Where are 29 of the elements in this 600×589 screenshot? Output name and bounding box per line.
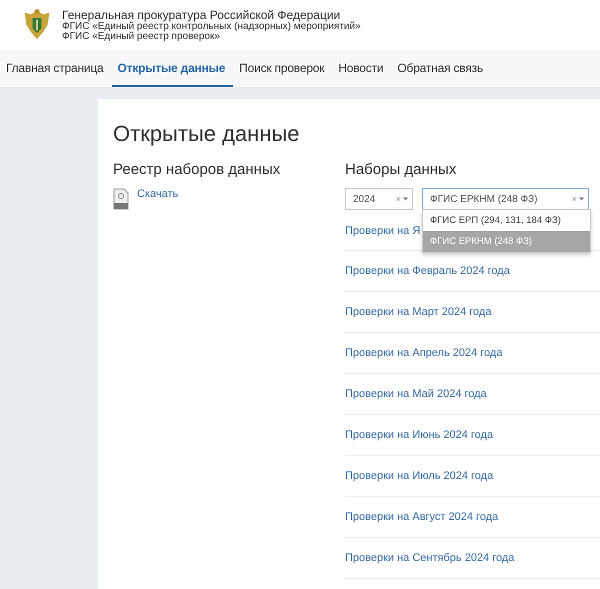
dataset-link[interactable]: Проверки на Июнь 2024 года [345,429,494,441]
dropdown-option[interactable]: ФГИС ЕРП (294, 131, 184 ФЗ) [423,210,590,231]
dataset-link[interactable]: Проверки на Март 2024 года [345,306,492,318]
system-name: ФГИС «Единый реестр контрольных (надзорных) мероприятий» [62,22,361,32]
dataset-link[interactable]: Проверки на Июль 2024 года [345,470,494,482]
clear-icon[interactable]: × [572,194,577,204]
dataset-link[interactable]: Проверки на Апрель 2024 года [345,347,502,359]
dataset-link[interactable]: Проверки на Май 2024 года [345,388,487,400]
nav-tab[interactable]: Поиск проверок [233,50,332,87]
page-title: Открытые данные [113,121,301,147]
dataset-link[interactable]: Проверки на Август 2024 года [345,511,498,523]
dataset-link[interactable]: Проверки на Февраль 2024 года [345,265,510,277]
nav-tab[interactable]: Открытые данные [112,50,234,87]
download-link[interactable]: Скачать [137,188,178,200]
clear-icon[interactable]: × [396,194,401,204]
section-title: Реестр наборов данных [113,161,282,178]
nav-tab[interactable]: Главная страница [0,50,112,87]
caret-icon [579,197,584,201]
nav-tab[interactable]: Обратная связь [391,50,492,87]
xml-file-icon [113,188,129,210]
dataset-link[interactable]: Проверки на Сентябрь 2024 года [345,552,514,564]
system-select[interactable]: ФГИС ЕРКНМ (248 ФЗ) × [422,188,589,210]
caret-icon [403,197,408,201]
nav-tab[interactable]: Новости [332,50,392,87]
dataset-link[interactable]: Проверки на Я [345,225,420,237]
organization-name: Генеральная прокуратура Российской Федерации [62,8,340,22]
section-title: Наборы данных [345,161,458,178]
year-select[interactable]: 2024 × [345,188,413,210]
system-name: ФГИС «Единый реестр проверок» [62,32,220,42]
